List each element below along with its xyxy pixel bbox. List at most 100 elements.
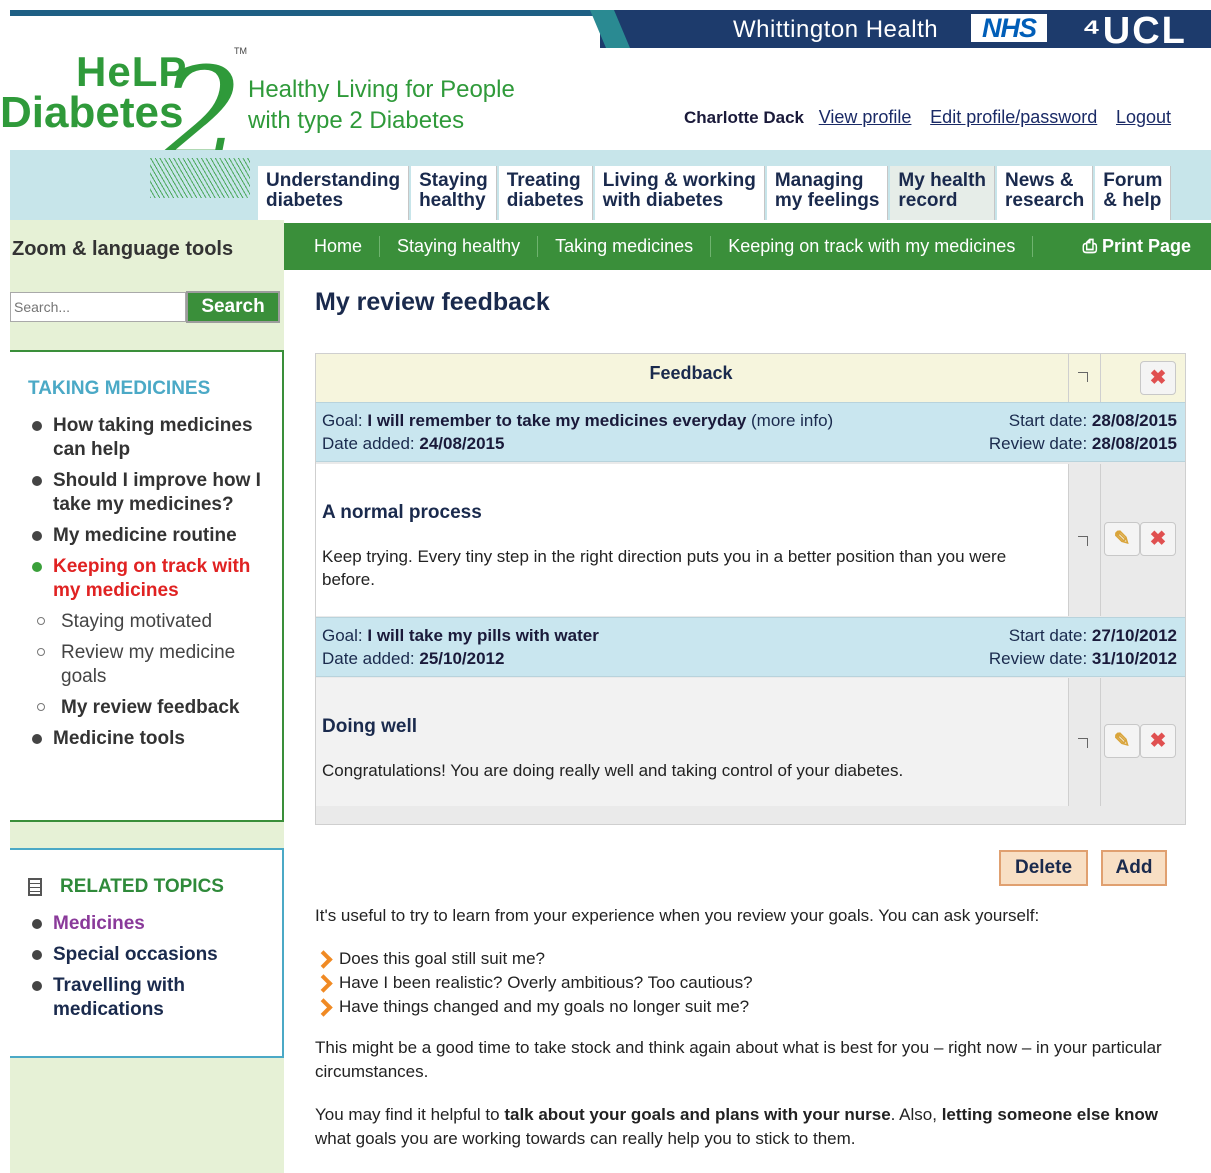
related-link-label: Travelling with medications xyxy=(53,975,185,1020)
user-name: Charlotte Dack xyxy=(684,108,804,127)
related-link-medicines[interactable]: Medicines xyxy=(28,912,282,936)
tab-label: with diabetes xyxy=(602,190,724,211)
start-date-value: 28/08/2015 xyxy=(1091,411,1177,430)
emphasis-text: letting someone else know xyxy=(941,1105,1159,1124)
sidebar-item-my-medicine-routine[interactable]: My medicine routine xyxy=(28,524,282,548)
ucl-logo[interactable]: ⁴UCL xyxy=(1082,10,1187,53)
sidebar-subitem-review-goals[interactable]: Review my medicine goals xyxy=(28,641,282,689)
feedback-entry: Doing well Congratulations! You are doin… xyxy=(316,678,1068,806)
banner-stripe xyxy=(10,10,600,48)
logo-mesh-decoration xyxy=(150,158,250,198)
date-added-label: Date added: xyxy=(322,649,415,668)
reflection-questions: Does this goal still suit me? Have I bee… xyxy=(315,947,753,1019)
circle-bullet-icon xyxy=(37,703,45,711)
related-topics-title: RELATED TOPICS xyxy=(60,876,224,897)
related-topics-list: Medicines Special occasions Travelling w… xyxy=(28,912,282,1022)
nhs-logo[interactable]: NHS xyxy=(971,14,1047,42)
trademark-mark: TM xyxy=(234,46,247,56)
tab-living-working[interactable]: Living & working with diabetes xyxy=(594,166,765,220)
org-name: Whittington Health xyxy=(733,16,939,43)
logout-link[interactable]: Logout xyxy=(1116,107,1171,127)
goal-details: Goal: I will remember to take my medicin… xyxy=(322,409,833,455)
view-profile-link[interactable]: View profile xyxy=(819,107,912,127)
search-input[interactable] xyxy=(10,292,186,322)
sidebar-subitem-my-review-feedback[interactable]: My review feedback xyxy=(28,696,282,720)
start-date-value: 27/10/2012 xyxy=(1091,626,1177,645)
date-added-value: 24/08/2015 xyxy=(419,434,505,453)
question-item: Have I been realistic? Overly ambitious?… xyxy=(315,971,753,995)
intro-text: It's useful to try to learn from your ex… xyxy=(315,906,1040,925)
printer-icon: ⎙ xyxy=(1082,236,1102,256)
tab-label: diabetes xyxy=(506,190,584,211)
date-added-label: Date added: xyxy=(322,434,415,453)
sidebar-item-medicine-tools[interactable]: Medicine tools xyxy=(28,727,282,751)
search-button[interactable]: Search xyxy=(186,291,280,323)
goal-dates: Start date: 28/08/2015 Review date: 28/0… xyxy=(989,409,1177,455)
tab-label: Living & working xyxy=(602,170,756,191)
review-date-value: 28/08/2015 xyxy=(1091,434,1177,453)
sidebar-item-how-taking-medicines-can-help[interactable]: How taking medicines can help xyxy=(28,414,282,462)
print-page-button[interactable]: ⎙ Print Page xyxy=(1083,236,1191,257)
add-button[interactable]: Add xyxy=(1101,850,1167,886)
column-divider xyxy=(1100,464,1101,616)
sidebar-item-label: My review feedback xyxy=(61,697,240,718)
stock-taking-paragraph: This might be a good time to take stock … xyxy=(315,1038,1162,1081)
helpful-tips-paragraph: You may find it helpful to talk about yo… xyxy=(315,1103,1175,1151)
edit-profile-link[interactable]: Edit profile/password xyxy=(930,107,1097,127)
sidebar-item-label: Staying motivated xyxy=(61,611,213,632)
tab-label: Understanding xyxy=(266,170,401,191)
sidebar-item-label: My medicine routine xyxy=(53,525,237,546)
related-link-travelling[interactable]: Travelling with medications xyxy=(28,974,282,1022)
delete-all-icon[interactable]: ✖ xyxy=(1140,361,1176,395)
related-topics-panel: RELATED TOPICS Medicines Special occasio… xyxy=(10,848,284,1058)
sidebar-item-label: How taking medicines can help xyxy=(53,415,253,460)
select-all-checkbox[interactable] xyxy=(1078,372,1088,382)
sidebar-item-label: Review my medicine goals xyxy=(61,642,236,687)
goal-row: Goal: I will take my pills with water Da… xyxy=(316,617,1185,677)
section-nav-list: How taking medicines can help Should I i… xyxy=(28,414,282,751)
feedback-text: Keep trying. Every tiny step in the righ… xyxy=(322,547,1007,589)
goal-row: Goal: I will remember to take my medicin… xyxy=(316,402,1185,462)
row-select-checkbox[interactable] xyxy=(1078,738,1088,748)
logo-diabetes-text[interactable]: Diabetes xyxy=(0,88,183,138)
tab-managing-feelings[interactable]: Managing my feelings xyxy=(766,166,889,220)
taking-medicines-panel: TAKING MEDICINES How taking medicines ca… xyxy=(10,350,284,822)
sidebar-subitem-staying-motivated[interactable]: Staying motivated xyxy=(28,610,282,634)
delete-x-icon[interactable]: ✖ xyxy=(1140,724,1176,758)
question-item: Does this goal still suit me? xyxy=(315,947,753,971)
tab-treating-diabetes[interactable]: Treating diabetes xyxy=(498,166,593,220)
column-divider xyxy=(1100,678,1101,806)
edit-pencil-icon[interactable]: ✎ xyxy=(1104,724,1140,758)
edit-pencil-icon[interactable]: ✎ xyxy=(1104,522,1140,556)
more-info-link[interactable]: (more info) xyxy=(751,411,833,430)
tab-label: & help xyxy=(1103,190,1162,211)
tab-label: diabetes xyxy=(266,190,344,211)
feedback-text: Congratulations! You are doing really we… xyxy=(322,761,904,780)
row-select-checkbox[interactable] xyxy=(1078,536,1088,546)
sidebar-item-should-i-improve[interactable]: Should I improve how I take my medicines… xyxy=(28,469,282,517)
sidebar-item-keeping-on-track[interactable]: Keeping on track with my medicines xyxy=(28,555,282,603)
sidebar-item-label: Keeping on track with my medicines xyxy=(53,556,251,601)
circle-bullet-icon xyxy=(37,648,45,656)
delete-x-icon[interactable]: ✖ xyxy=(1140,522,1176,556)
bullet-icon xyxy=(32,950,42,960)
tab-news-research[interactable]: News & research xyxy=(997,166,1094,220)
breadcrumb-keeping-on-track[interactable]: Keeping on track with my medicines xyxy=(728,236,1034,257)
feedback-table: Feedback ✖ Goal: I will remember to take… xyxy=(315,353,1186,825)
tab-label: healthy xyxy=(419,190,486,211)
related-link-special-occasions[interactable]: Special occasions xyxy=(28,943,282,967)
tab-label: my feelings xyxy=(774,190,880,211)
question-item: Have things changed and my goals no long… xyxy=(315,995,753,1019)
zoom-language-tools[interactable]: Zoom & language tools xyxy=(12,238,233,261)
tab-understanding-diabetes[interactable]: Understanding diabetes xyxy=(258,166,410,220)
breadcrumb-home[interactable]: Home xyxy=(314,236,381,257)
tab-forum-help[interactable]: Forum & help xyxy=(1095,166,1172,220)
delete-button[interactable]: Delete xyxy=(999,850,1088,886)
breadcrumb-staying-healthy[interactable]: Staying healthy xyxy=(397,236,539,257)
bullet-icon xyxy=(32,981,42,991)
breadcrumb-taking-medicines[interactable]: Taking medicines xyxy=(555,236,712,257)
tab-my-health-record[interactable]: My health record xyxy=(890,166,996,220)
text-fragment: what goals you are working towards can r… xyxy=(315,1129,856,1148)
tab-staying-healthy[interactable]: Staying healthy xyxy=(411,166,497,220)
tagline-line-2: with type 2 Diabetes xyxy=(248,107,465,134)
